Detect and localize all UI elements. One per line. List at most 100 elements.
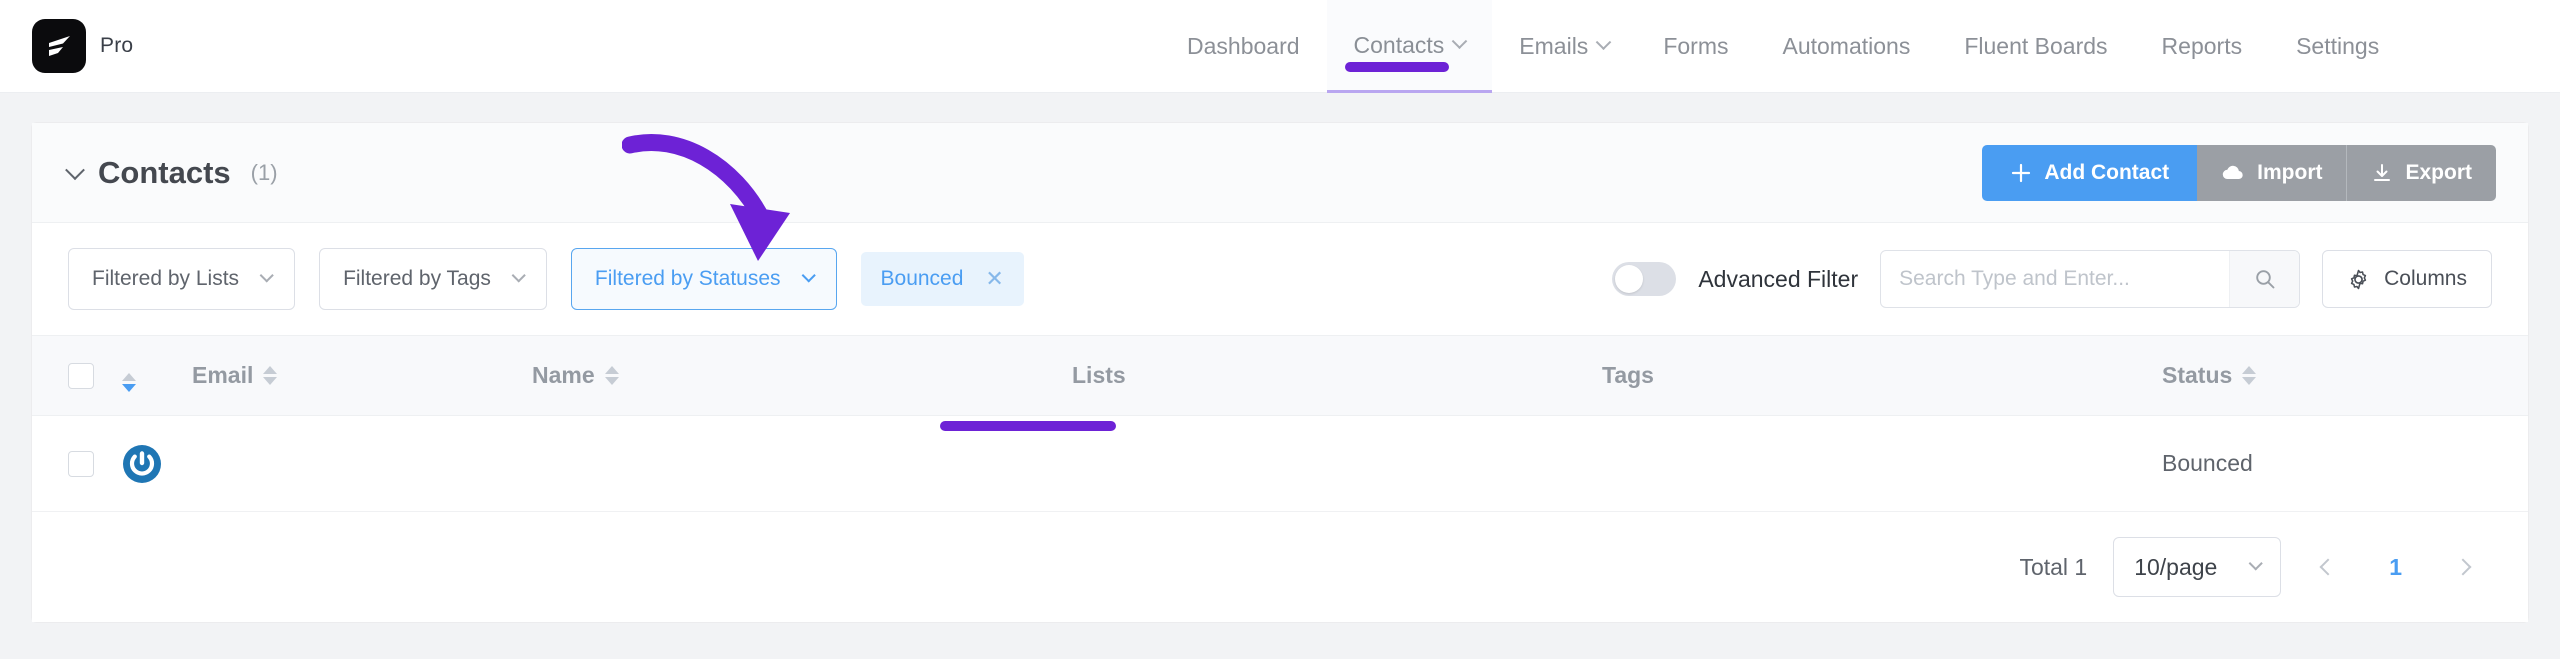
th-name[interactable]: Name <box>532 335 1072 416</box>
th-lists: Lists <box>1072 335 1602 416</box>
sort-icon[interactable] <box>263 366 278 385</box>
nav-label-emails: Emails <box>1519 33 1589 59</box>
th-name-label: Name <box>532 362 595 388</box>
export-button[interactable]: Export <box>2346 144 2496 201</box>
th-row-sort[interactable] <box>122 335 192 416</box>
search-box <box>1880 250 2301 308</box>
th-lists-label: Lists <box>1072 362 1126 388</box>
columns-label: Columns <box>2384 267 2467 290</box>
th-select-all <box>32 335 122 416</box>
th-tags-label: Tags <box>1602 362 1654 388</box>
filter-by-lists-label: Filtered by Lists <box>92 267 240 290</box>
nav-item-fluent-boards[interactable]: Fluent Boards <box>1937 0 2134 93</box>
annotation-underline-contacts-tab <box>1345 62 1449 72</box>
sort-icon[interactable] <box>604 366 619 385</box>
total-count-label: Total 1 <box>2019 553 2088 580</box>
gravatar-icon <box>123 444 161 483</box>
nav-label-dashboard: Dashboard <box>1187 33 1300 59</box>
contacts-count: (1) <box>250 159 278 185</box>
chevron-down-icon <box>801 268 816 283</box>
chevron-down-icon <box>1452 32 1468 49</box>
row-avatar-cell <box>122 416 192 512</box>
active-filter-chip-label: Bounced <box>880 267 964 290</box>
search-button[interactable] <box>2229 251 2300 307</box>
filter-by-tags-select[interactable]: Filtered by Tags <box>319 248 547 310</box>
nav-item-automations[interactable]: Automations <box>1755 0 1937 93</box>
sort-icon[interactable] <box>2242 366 2257 385</box>
contacts-table: Email Name Lists Tags Status Bounced <box>32 335 2528 512</box>
filter-by-lists-select[interactable]: Filtered by Lists <box>68 248 296 310</box>
th-tags: Tags <box>1602 335 2162 416</box>
row-tags-cell <box>1602 416 2162 512</box>
chevron-down-icon <box>1596 34 1612 51</box>
main-nav: Dashboard Contacts Emails Forms Automati… <box>1160 0 2406 93</box>
nav-label-settings: Settings <box>2296 33 2380 59</box>
search-input[interactable] <box>1881 267 2230 291</box>
chevron-down-icon[interactable] <box>65 159 85 180</box>
close-icon[interactable]: ✕ <box>985 268 1003 290</box>
annotation-underline-bounced-chip <box>940 421 1116 431</box>
table-body: Bounced <box>32 416 2528 512</box>
per-page-select[interactable]: 10/page <box>2113 537 2282 597</box>
previous-page-button[interactable] <box>2307 546 2349 588</box>
download-icon <box>2374 163 2391 181</box>
th-email[interactable]: Email <box>192 335 532 416</box>
gear-icon <box>2350 269 2367 289</box>
row-lists-cell <box>1072 416 1602 512</box>
fluentcrm-logo-icon[interactable] <box>32 19 86 73</box>
row-status-cell: Bounced <box>2162 450 2253 476</box>
th-status-label: Status <box>2162 362 2233 388</box>
filter-by-tags-label: Filtered by Tags <box>343 267 491 290</box>
pagination-bar: Total 1 10/page 1 <box>32 512 2528 622</box>
nav-label-forms: Forms <box>1663 33 1729 59</box>
columns-button[interactable]: Columns <box>2322 250 2492 308</box>
advanced-filter-label: Advanced Filter <box>1698 265 1859 292</box>
nav-item-contacts[interactable]: Contacts <box>1326 0 1493 93</box>
add-contact-button[interactable]: Add Contact <box>1982 144 2198 201</box>
filter-bar: Filtered by Lists Filtered by Tags Filte… <box>32 223 2528 431</box>
page-body: Contacts (1) Add Contact Import Export F… <box>0 93 2560 622</box>
contacts-card-header: Contacts (1) Add Contact Import Export <box>32 123 2528 261</box>
import-button[interactable]: Import <box>2197 144 2347 201</box>
table-header: Email Name Lists Tags Status <box>32 335 2528 416</box>
nav-label-reports: Reports <box>2161 33 2243 59</box>
plus-icon <box>2012 163 2031 182</box>
top-navigation-bar: Pro Dashboard Contacts Emails Forms Auto… <box>0 0 2560 93</box>
filter-by-statuses-label: Filtered by Statuses <box>594 267 781 290</box>
page-number-1[interactable]: 1 <box>2375 554 2416 581</box>
nav-item-emails[interactable]: Emails <box>1492 0 1636 93</box>
advanced-filter-toggle[interactable] <box>1612 262 1677 296</box>
nav-item-reports[interactable]: Reports <box>2135 0 2270 93</box>
nav-item-settings[interactable]: Settings <box>2269 0 2406 93</box>
contacts-card: Contacts (1) Add Contact Import Export F… <box>32 123 2528 622</box>
nav-label-automations: Automations <box>1782 33 1911 59</box>
row-email-cell[interactable] <box>192 416 532 512</box>
chevron-down-icon <box>259 268 274 283</box>
table-row[interactable]: Bounced <box>32 416 2528 512</box>
filter-controls: Filtered by Lists Filtered by Tags Filte… <box>68 248 1024 310</box>
th-email-label: Email <box>192 362 254 388</box>
page-title: Contacts <box>98 154 231 190</box>
import-label: Import <box>2257 160 2323 184</box>
chevron-down-icon <box>511 268 526 283</box>
th-status[interactable]: Status <box>2162 335 2528 416</box>
next-page-button[interactable] <box>2442 546 2484 588</box>
cloud-upload-icon <box>2222 165 2243 179</box>
nav-label-fluent-boards: Fluent Boards <box>1964 33 2108 59</box>
header-actions: Add Contact Import Export <box>1982 144 2496 201</box>
export-label: Export <box>2405 160 2472 184</box>
filter-by-statuses-select[interactable]: Filtered by Statuses <box>570 248 837 310</box>
per-page-label: 10/page <box>2134 553 2218 580</box>
active-filter-chip-bounced[interactable]: Bounced ✕ <box>860 252 1024 306</box>
row-checkbox[interactable] <box>68 450 94 477</box>
sort-icon[interactable] <box>122 372 136 392</box>
nav-item-dashboard[interactable]: Dashboard <box>1160 0 1327 93</box>
brand: Pro <box>0 19 133 73</box>
chevron-down-icon <box>2248 556 2263 571</box>
nav-item-forms[interactable]: Forms <box>1636 0 1755 93</box>
table-header-row: Email Name Lists Tags Status <box>32 335 2528 416</box>
page-title-wrap[interactable]: Contacts (1) <box>65 154 278 191</box>
select-all-checkbox[interactable] <box>68 362 94 389</box>
filter-bar-right: Advanced Filter Columns <box>1612 250 2492 308</box>
nav-label-contacts: Contacts <box>1353 31 1445 58</box>
